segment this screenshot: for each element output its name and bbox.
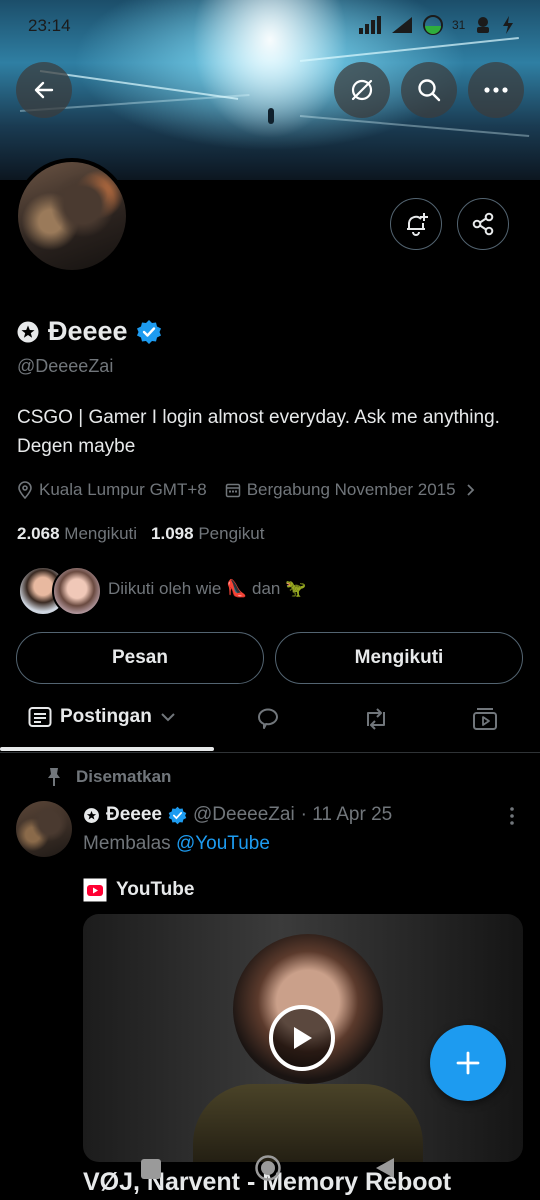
profile-avatar[interactable]: [14, 158, 130, 274]
tab-posts[interactable]: Postingan: [28, 706, 176, 728]
post-author-handle: @DeeeeZai: [193, 804, 295, 825]
pinned-label-row: Disematkan: [46, 767, 171, 787]
post-more-button[interactable]: [504, 806, 520, 831]
play-icon: [294, 1027, 312, 1049]
wifi-icon: [392, 17, 412, 33]
reply-icon: [258, 708, 278, 729]
play-button[interactable]: [269, 1005, 335, 1071]
pin-icon: [48, 768, 60, 786]
compose-button[interactable]: [430, 1025, 506, 1101]
joined-date[interactable]: Bergabung November 2015: [247, 480, 456, 500]
charging-icon: [503, 16, 514, 34]
media-icon: [473, 708, 497, 730]
card-source: YouTube: [116, 879, 195, 900]
battery-level: 31: [452, 18, 466, 32]
follow-stats: 2.068 Mengikuti 1.098 Pengikut: [17, 524, 265, 544]
bell-plus-icon: [407, 213, 428, 236]
post-header: Đeeee @DeeeeZai · 11 Apr 25: [83, 804, 392, 826]
arrow-left-icon: [34, 81, 54, 99]
star-badge-icon: [84, 807, 99, 823]
verified-badge-icon[interactable]: [136, 319, 162, 345]
card-source-row: YouTube: [83, 878, 194, 902]
reply-mention-link[interactable]: @YouTube: [176, 833, 270, 854]
chevron-down-icon[interactable]: [160, 712, 176, 722]
plus-icon: [456, 1051, 480, 1075]
notification-icon: [477, 17, 490, 33]
star-badge-icon: [17, 321, 39, 342]
followers-label: Pengikut: [198, 524, 265, 543]
more-vertical-icon: [510, 807, 514, 825]
followers-count: 1.098: [151, 524, 194, 543]
search-icon: [418, 79, 441, 102]
display-name: Đeeee: [48, 316, 128, 346]
following-button[interactable]: Mengikuti: [275, 632, 523, 684]
post-date[interactable]: · 11 Apr 25: [301, 804, 393, 826]
reply-context: Membalas @YouTube: [83, 833, 270, 855]
nav-recents-button[interactable]: [140, 1158, 162, 1185]
more-button[interactable]: [468, 62, 524, 118]
verified-badge-icon: [168, 806, 187, 824]
tab-posts-label: Postingan: [60, 706, 152, 727]
following-count: 2.068: [17, 524, 60, 543]
following-label: Mengikuti: [64, 524, 138, 543]
home-circle-icon: [255, 1155, 281, 1181]
square-icon: [141, 1159, 161, 1179]
followers-stat[interactable]: 1.098 Pengikut: [151, 524, 264, 544]
tab-active-indicator: [0, 747, 214, 751]
signal-icon: [359, 16, 381, 34]
meta-row: Kuala Lumpur GMT+8 Bergabung November 20…: [17, 480, 476, 500]
triangle-back-icon: [376, 1158, 394, 1178]
slash-circle-icon: [351, 79, 373, 101]
post-author-name[interactable]: Đeeee: [106, 804, 162, 826]
share-icon: [472, 212, 494, 236]
handle: @DeeeeZai: [17, 356, 114, 376]
tab-media[interactable]: [472, 706, 498, 732]
follower-avatar-2: [52, 566, 102, 616]
reply-prefix: Membalas: [83, 833, 171, 854]
grok-button[interactable]: [334, 62, 390, 118]
tab-replies[interactable]: [255, 706, 281, 732]
display-name-row: Đeeee: [16, 316, 162, 347]
calendar-icon: [225, 483, 240, 498]
location-pin-icon: [18, 481, 32, 499]
search-button[interactable]: [401, 62, 457, 118]
notify-button[interactable]: [390, 198, 442, 250]
profile-tabs: Postingan: [0, 692, 540, 753]
more-horizontal-icon: [484, 87, 508, 93]
post-author-avatar[interactable]: [16, 801, 72, 857]
nav-home-button[interactable]: [254, 1154, 282, 1187]
followed-by-text: Diikuti oleh wie 👠 dan 🦖: [108, 579, 307, 598]
pinned-label: Disematkan: [76, 767, 172, 786]
tab-reposts[interactable]: [362, 706, 390, 732]
following-stat[interactable]: 2.068 Mengikuti: [17, 524, 137, 544]
chevron-right-icon[interactable]: [466, 483, 476, 497]
location: Kuala Lumpur GMT+8: [39, 480, 207, 499]
repost-icon: [367, 708, 385, 730]
bio: CSGO | Gamer I login almost everyday. As…: [17, 407, 500, 457]
followed-by-row[interactable]: Diikuti oleh wie 👠 dan 🦖: [18, 566, 518, 616]
nav-back-button[interactable]: [374, 1156, 396, 1185]
back-button[interactable]: [16, 62, 72, 118]
status-icons: 31: [358, 14, 515, 36]
battery-icon: [423, 15, 443, 35]
message-button[interactable]: Pesan: [16, 632, 264, 684]
timeline-icon: [28, 707, 52, 727]
thumbnail-garment: [193, 1084, 423, 1162]
youtube-icon: [83, 878, 107, 902]
share-button[interactable]: [457, 198, 509, 250]
status-time: 23:14: [28, 16, 71, 35]
